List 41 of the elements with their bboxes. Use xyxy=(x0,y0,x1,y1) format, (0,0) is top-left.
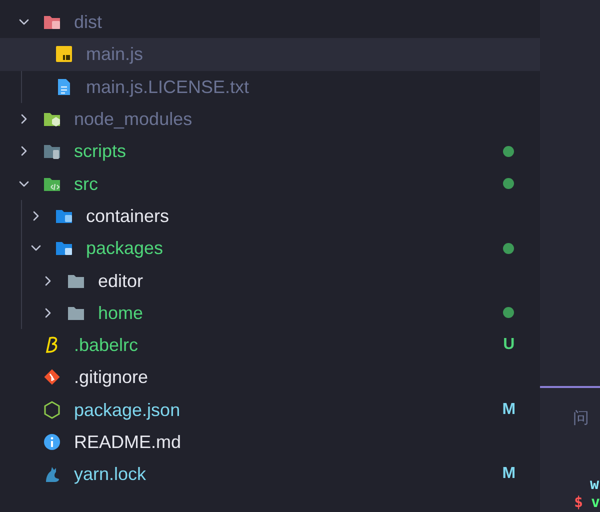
file-name: editor xyxy=(98,272,144,290)
file-name: packages xyxy=(86,239,164,258)
file-name: dist xyxy=(74,13,102,32)
folder-row[interactable]: editor xyxy=(0,264,540,297)
file-row[interactable]: .babelrc U xyxy=(0,328,540,362)
file-name: main.js xyxy=(86,45,144,64)
file-name: src xyxy=(74,174,98,193)
folder-icon xyxy=(55,239,73,258)
file-name: .babelrc xyxy=(74,336,138,354)
git-status: M xyxy=(502,464,516,484)
terminal-prompt: $ xyxy=(574,493,583,511)
file-name: main.js.LICENSE.txt xyxy=(86,78,250,96)
folder-row[interactable]: home xyxy=(0,296,540,329)
file-name: .gitignore xyxy=(74,368,148,386)
terminal-text: v xyxy=(590,493,600,511)
file-row[interactable]: .gitignore xyxy=(0,361,540,394)
file-name: README.md xyxy=(74,433,182,451)
file-name: yarn.lock xyxy=(74,465,146,484)
folder-icon xyxy=(43,13,61,32)
document-icon xyxy=(55,78,73,96)
file-row[interactable]: package.json M xyxy=(0,394,540,426)
folder-icon xyxy=(43,110,61,128)
folder-row[interactable]: containers xyxy=(0,200,540,232)
info-icon xyxy=(43,433,61,451)
file-row[interactable]: README.md xyxy=(0,426,540,458)
cat-icon xyxy=(43,465,61,484)
folder-row[interactable]: packages xyxy=(0,232,540,264)
folder-icon xyxy=(43,142,61,160)
terminal-text: w xyxy=(590,475,599,493)
git-status: U xyxy=(503,335,515,356)
js-file-icon xyxy=(55,45,73,64)
nodejs-icon xyxy=(43,400,61,419)
file-name: package.json xyxy=(74,400,180,419)
folder-row[interactable]: src xyxy=(0,167,540,200)
git-status: M xyxy=(502,400,516,420)
file-row[interactable]: yarn.lock M xyxy=(0,458,540,490)
file-name: node_modules xyxy=(74,110,192,128)
file-name: scripts xyxy=(74,142,126,160)
file-name: containers xyxy=(86,206,170,225)
folder-row[interactable]: scripts xyxy=(0,135,540,168)
file-name: home xyxy=(98,304,144,322)
